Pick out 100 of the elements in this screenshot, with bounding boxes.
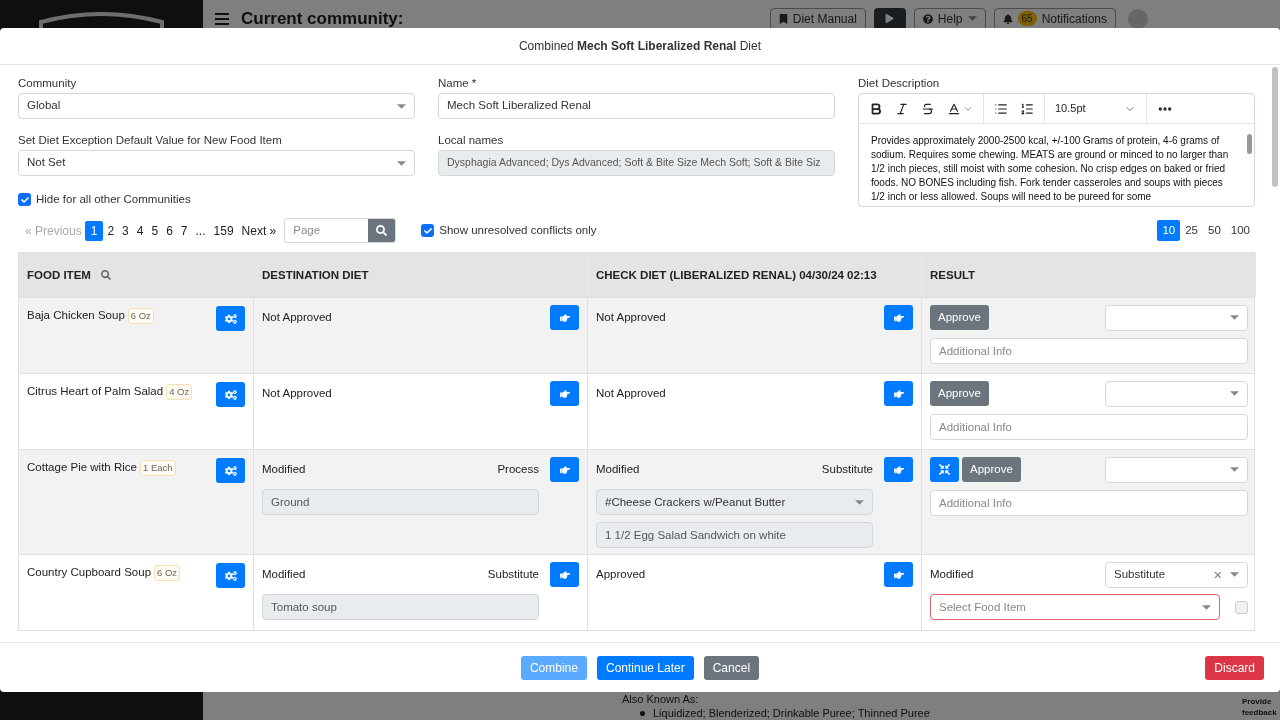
page-size-option[interactable]: 50 — [1203, 220, 1226, 242]
text-field[interactable]: Mech Soft Liberalized Renal — [438, 93, 835, 119]
page-size-option[interactable]: 100 — [1225, 220, 1255, 242]
bullet-icon — [640, 711, 645, 716]
check-icon — [423, 226, 432, 235]
apply-button[interactable] — [550, 305, 579, 331]
italic-icon[interactable] — [895, 101, 909, 116]
text-field[interactable]: Additional Info — [930, 338, 1248, 365]
pointing-hand-icon — [893, 569, 904, 580]
numbered-list-icon[interactable] — [1020, 101, 1034, 116]
text-field[interactable]: Ground — [262, 489, 539, 516]
strikethrough-icon[interactable] — [921, 101, 935, 116]
page-link[interactable]: 4 — [132, 220, 148, 241]
text-field[interactable]: Additional Info — [930, 414, 1248, 441]
food-select[interactable]: Select Food Item — [930, 594, 1220, 621]
select-field[interactable]: Substitute × — [1105, 561, 1248, 588]
pointing-hand-icon — [893, 388, 904, 399]
pointing-hand-icon — [559, 464, 570, 475]
text-field[interactable]: Additional Info — [930, 490, 1248, 517]
pointing-hand-icon — [893, 464, 904, 475]
action-text: Substitute — [821, 462, 873, 478]
clear-icon[interactable]: × — [1213, 567, 1222, 582]
page-link[interactable]: 2 — [103, 220, 119, 241]
options-button[interactable] — [216, 563, 245, 589]
approve-button[interactable]: Approve — [930, 305, 989, 331]
search-icon[interactable] — [100, 270, 111, 281]
bookmark-icon — [778, 13, 788, 24]
select-field[interactable]: Not Set — [18, 150, 415, 176]
page-link[interactable]: 1 — [84, 220, 104, 241]
status-text: Modified — [596, 462, 640, 478]
manual-button[interactable]: Diet Manual — [769, 7, 866, 30]
menu-icon[interactable] — [215, 12, 229, 25]
help-button[interactable]: Help — [913, 7, 986, 30]
text-field[interactable]: 1 1/2 Egg Salad Sandwich on white — [596, 522, 873, 549]
food-select[interactable]: #Cheese Crackers w/Peanut Butter — [596, 489, 873, 516]
apply-button[interactable] — [884, 457, 913, 483]
portion-tag: 6 Oz — [127, 307, 154, 324]
apply-button[interactable] — [550, 457, 579, 483]
discard-button[interactable]: Discard — [1205, 655, 1264, 680]
button-label: Notifications — [1041, 10, 1107, 28]
options-button[interactable] — [216, 382, 245, 408]
column-header: RESULT — [930, 267, 976, 283]
apply-button[interactable] — [550, 381, 579, 407]
compare-button[interactable] — [930, 457, 959, 483]
apply-button[interactable] — [550, 562, 579, 588]
page-size-option[interactable]: 25 — [1180, 220, 1203, 242]
status-text: Not Approved — [262, 310, 332, 326]
cogs-icon — [224, 312, 237, 325]
text-field[interactable]: Dysphagia Advanced; Dys Advanced; Soft & Bite Size Mech Soft; Soft & Bite Siz — [438, 150, 835, 176]
pointing-hand-icon — [559, 569, 570, 580]
page-link[interactable]: 7 — [176, 220, 192, 241]
page-link[interactable]: 3 — [118, 220, 133, 241]
dialog-title: Combined Mech Soft Liberalized Renal Diet — [518, 38, 762, 55]
apply-button[interactable] — [884, 305, 913, 331]
cogs-icon — [224, 569, 237, 582]
page-link[interactable]: 5 — [147, 220, 163, 241]
notifications-button[interactable]: 65 Notifications — [993, 7, 1116, 30]
checkbox[interactable] — [1235, 600, 1248, 614]
checkbox-label: Hide for all other Communities — [36, 192, 191, 207]
bullet-list-icon[interactable] — [994, 101, 1008, 116]
select-field[interactable] — [1105, 456, 1248, 483]
description-text: Provides approximately 2000-2500 kcal, +/-100 Grams of protein, 4-6 grams of sodium. Requires some chewing. MEATS are ground or minced to no larger than 1/2 inch pieces, still moist with some cohesion. No crisp edges on baked or fried foods. NO BONES including fish. Fork tender casseroles and soups with pieces 1/2 inch or less allowed. Soups will need to be pureed for some — [870, 134, 1230, 204]
text-field[interactable]: Tomato soup — [262, 594, 539, 621]
font-size-select[interactable]: 10.5pt — [1045, 94, 1147, 123]
next-link[interactable]: Next » — [237, 221, 281, 240]
page-link[interactable]: 159 — [209, 220, 238, 241]
play-button[interactable] — [873, 7, 906, 30]
status-text: Modified — [930, 567, 974, 583]
feedback-tab[interactable]: Provide feedback — [1240, 696, 1280, 718]
status-text: Not Approved — [596, 386, 666, 402]
page-size-option[interactable]: 10 — [1157, 220, 1181, 242]
status-text: Modified — [262, 567, 306, 583]
select-field[interactable] — [1105, 304, 1248, 331]
search-button[interactable] — [368, 219, 396, 243]
scrollbar[interactable] — [1247, 134, 1252, 154]
checkbox[interactable] — [421, 224, 435, 238]
rich-text-editor[interactable] — [858, 93, 1255, 207]
approve-button[interactable]: Approve — [930, 381, 989, 407]
footer-button[interactable]: Cancel — [703, 655, 760, 680]
select-field[interactable] — [1105, 380, 1248, 407]
bell-icon — [1002, 13, 1013, 24]
footer-button[interactable]: Continue Later — [596, 655, 694, 680]
select-field[interactable]: Global — [18, 93, 415, 119]
options-button[interactable] — [216, 306, 245, 332]
status-text: Not Approved — [262, 386, 332, 402]
bold-icon[interactable] — [869, 101, 883, 116]
page-link[interactable]: 6 — [162, 220, 177, 241]
page-search-field[interactable]: Page — [284, 218, 397, 244]
checkbox[interactable] — [18, 193, 31, 207]
field-label: Name * — [438, 76, 478, 91]
checkbox-label: Show unresolved conflicts only — [439, 223, 597, 239]
count-badge: 65 — [1017, 11, 1037, 26]
avatar[interactable] — [1128, 8, 1148, 29]
scrollbar[interactable] — [1272, 67, 1278, 187]
options-button[interactable] — [216, 458, 245, 484]
apply-button[interactable] — [884, 381, 913, 407]
apply-button[interactable] — [884, 562, 913, 588]
page-title: Current community: — [241, 7, 404, 30]
text-color-icon[interactable] — [947, 101, 961, 116]
approve-button[interactable]: Approve — [962, 457, 1021, 483]
